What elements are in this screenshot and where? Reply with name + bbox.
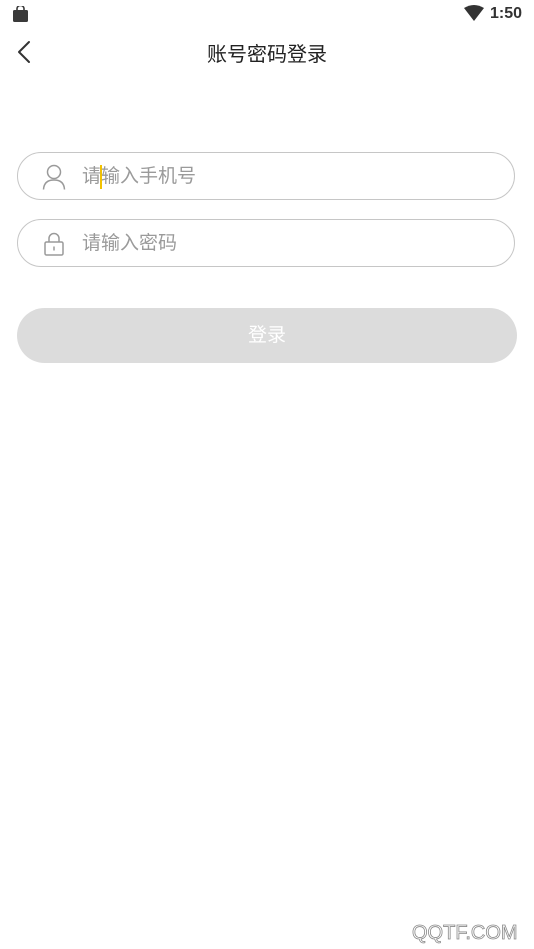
login-button[interactable]: 登录 <box>17 308 517 363</box>
shopping-bag-icon <box>12 4 29 22</box>
lock-icon <box>42 231 66 257</box>
user-icon <box>42 164 66 190</box>
wifi-icon <box>464 5 484 21</box>
phone-field[interactable] <box>17 152 515 200</box>
password-field[interactable] <box>17 219 515 267</box>
nav-bar: 账号密码登录 <box>0 28 534 84</box>
status-bar: 1:50 <box>0 0 534 28</box>
status-time: 1:50 <box>490 5 523 22</box>
page-title: 账号密码登录 <box>207 42 327 66</box>
password-input[interactable] <box>82 226 482 260</box>
watermark: QQTF.COM <box>412 922 518 945</box>
phone-input[interactable] <box>82 159 482 193</box>
